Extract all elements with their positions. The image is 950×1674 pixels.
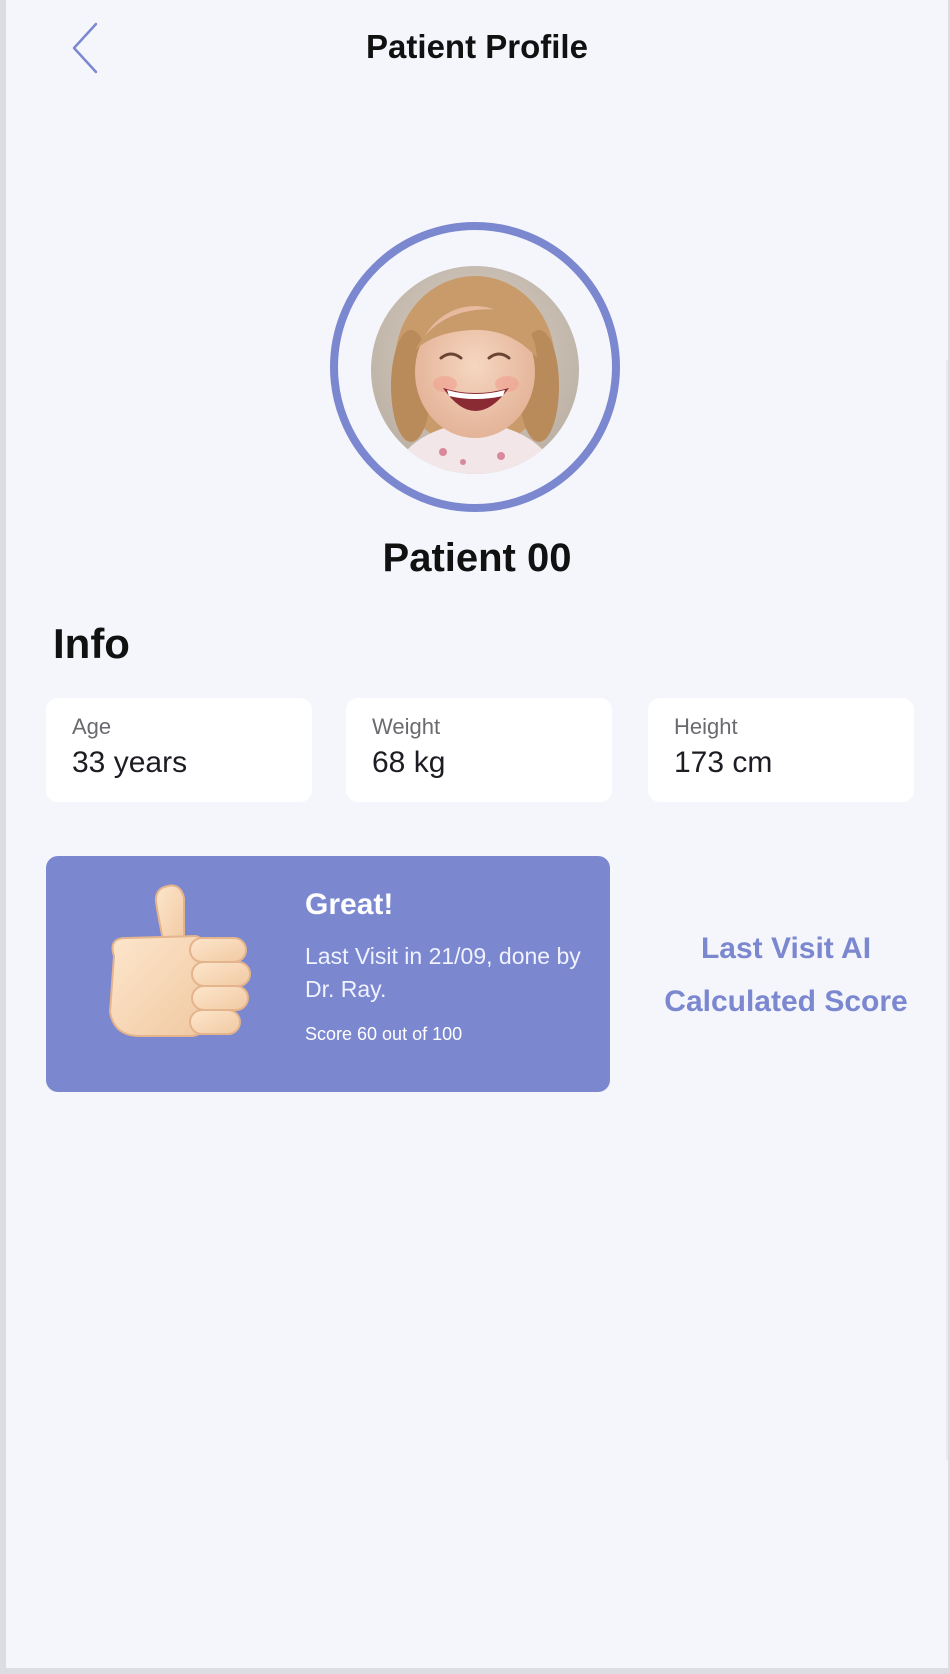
weight-label: Weight	[372, 714, 441, 739]
scrollbar[interactable]	[946, 360, 948, 1460]
weight-value: 68 kg	[372, 746, 446, 779]
weight-card: Weight 68 kg	[346, 698, 612, 802]
age-card: Age 33 years	[46, 698, 312, 802]
score-caption: Last Visit AI Calculated Score	[664, 932, 908, 1018]
info-section-title: Info	[53, 620, 130, 667]
height-card: Height 173 cm	[648, 698, 914, 802]
score-title: Great!	[305, 888, 394, 921]
score-description: Last Visit in 21/09, done by Dr. Ray.	[305, 943, 581, 1002]
height-label: Height	[674, 714, 738, 739]
page-title: Patient Profile	[366, 28, 588, 65]
patient-profile-screen: Patient Profile Patient 00 Info Age 33 y…	[6, 0, 948, 1668]
age-value: 33 years	[72, 746, 188, 779]
age-label: Age	[72, 714, 112, 739]
avatar	[371, 266, 579, 474]
height-value: 173 cm	[674, 746, 773, 779]
score-value: Score 60 out of 100	[305, 1024, 463, 1044]
avatar-photo	[371, 266, 579, 474]
patient-name: Patient 00	[382, 536, 572, 580]
score-card[interactable]: Great! Last Visit in 21/09, done by Dr. …	[46, 856, 610, 1092]
thumbs-up-icon	[100, 876, 260, 1046]
